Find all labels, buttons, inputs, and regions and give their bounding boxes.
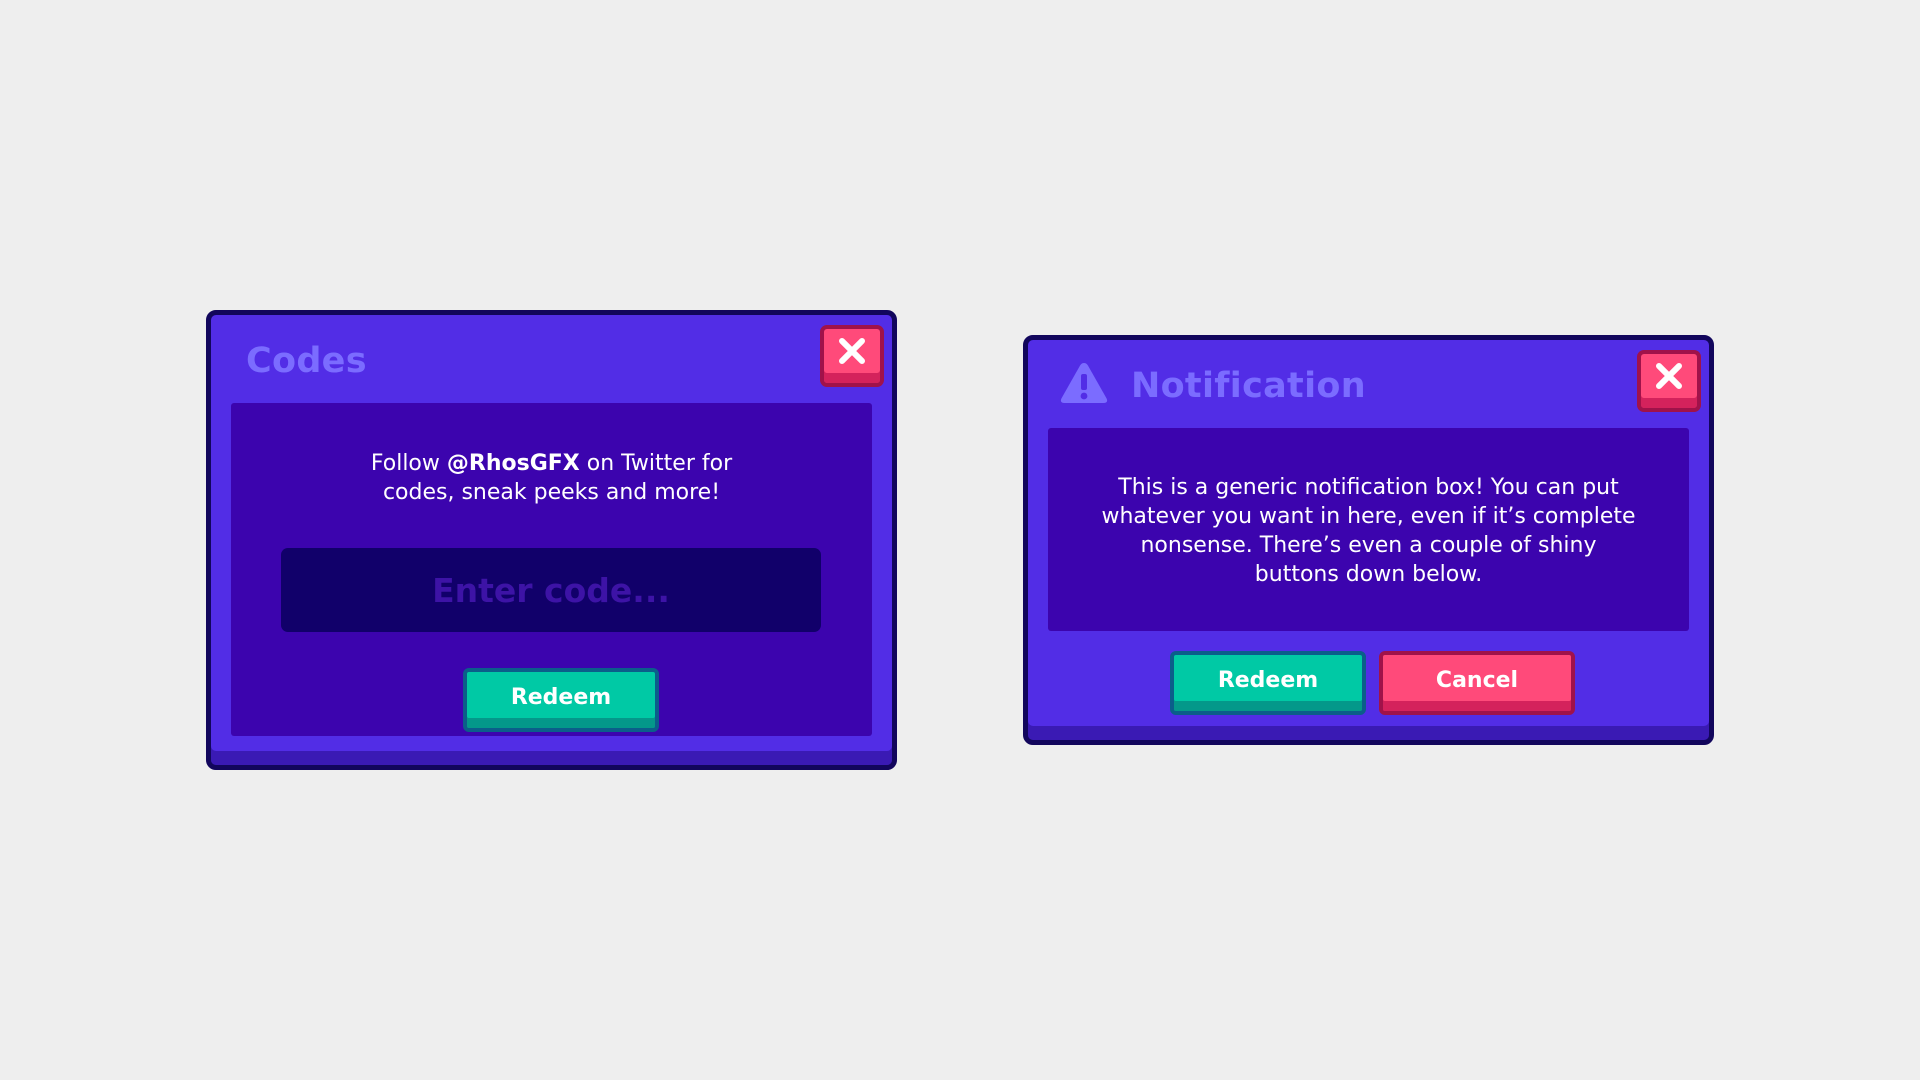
codes-message-line2: codes, sneak peeks and more! [382,480,721,505]
notification-cancel-label: Cancel [1435,668,1519,693]
notification-close-button[interactable] [1637,350,1701,412]
notification-redeem-label: Redeem [1217,668,1319,693]
notification-title: Notification [1131,366,1366,406]
stage: Codes Follow @RhosGFX on Twitter for cod… [0,0,1920,1080]
close-icon [839,338,865,364]
notification-redeem-button[interactable]: Redeem [1170,651,1366,715]
twitter-handle: @RhosGFX [446,451,580,476]
codes-message-prefix: Follow [370,451,447,476]
codes-redeem-label: Redeem [510,685,612,710]
codes-dialog: Codes Follow @RhosGFX on Twitter for cod… [206,310,897,770]
notification-content: This is a generic notification box! You … [1048,428,1689,631]
codes-close-button[interactable] [820,325,884,387]
close-icon [1656,363,1682,389]
notification-message: This is a generic notification box! You … [1101,475,1636,587]
notification-dialog: Notification This is a generic notificat… [1023,335,1714,745]
warning-icon [1060,363,1108,403]
codes-message: Follow @RhosGFX on Twitter for codes, sn… [231,449,872,507]
codes-message-suffix: on Twitter for [579,451,733,476]
codes-content: Follow @RhosGFX on Twitter for codes, sn… [231,403,872,736]
codes-title: Codes [246,341,367,381]
code-input[interactable] [281,548,821,632]
notification-cancel-button[interactable]: Cancel [1379,651,1575,715]
codes-redeem-button[interactable]: Redeem [463,668,659,732]
